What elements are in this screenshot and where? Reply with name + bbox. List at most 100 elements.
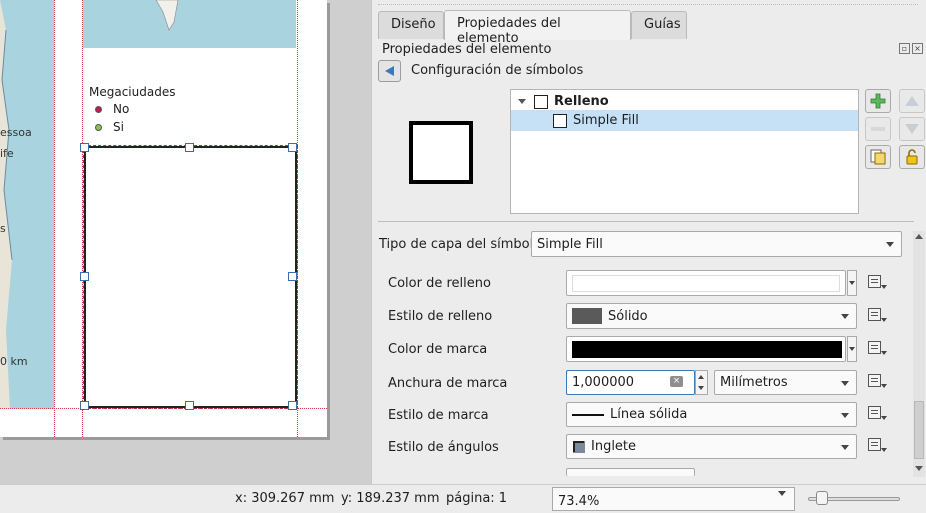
- tree-label-simple-fill: Simple Fill: [573, 113, 639, 128]
- fill-style-label: Estilo de relleno: [388, 309, 493, 324]
- step-down-icon[interactable]: [698, 386, 704, 390]
- layout-canvas[interactable]: essoa ife s 0 km Megaciudades No Si: [0, 0, 371, 484]
- map-label-ife: ife: [0, 147, 14, 160]
- lock-icon: [906, 149, 918, 165]
- symbol-layer-type-select[interactable]: Simple Fill: [531, 231, 902, 257]
- scrollbar-thumb[interactable]: [914, 401, 924, 459]
- data-defined-override-fill-style[interactable]: [865, 305, 889, 327]
- back-button[interactable]: [378, 60, 401, 82]
- resize-handle-se[interactable]: [288, 401, 297, 410]
- map-item-top[interactable]: [83, 0, 296, 48]
- symbol-layer-tree[interactable]: Relleno Simple Fill: [510, 89, 859, 214]
- arrow-down-icon: [905, 124, 919, 134]
- fill-style-swatch: [572, 308, 602, 324]
- fill-color-button[interactable]: [566, 270, 846, 296]
- resize-handle-n[interactable]: [185, 143, 194, 152]
- tab-layout[interactable]: Diseño: [378, 11, 444, 39]
- stroke-width-stepper[interactable]: [695, 370, 708, 395]
- stroke-color-menu-button[interactable]: [847, 336, 857, 362]
- guide-line-v2: [82, 0, 83, 437]
- tab-guides[interactable]: Guías: [631, 11, 687, 39]
- breadcrumb: Configuración de símbolos: [411, 63, 584, 78]
- resize-handle-nw[interactable]: [80, 143, 89, 152]
- legend-label-si: Si: [113, 120, 124, 134]
- zoom-select[interactable]: 73.4%: [552, 487, 795, 511]
- resize-handle-s[interactable]: [185, 401, 194, 410]
- chevron-down-icon: [841, 381, 849, 386]
- data-defined-override-stroke-width[interactable]: [865, 371, 889, 393]
- tree-row-simple-fill[interactable]: Simple Fill: [511, 110, 858, 131]
- legend-symbol-no: [95, 105, 102, 113]
- join-style-label: Estilo de ángulos: [388, 440, 499, 455]
- guide-line-v1: [54, 0, 55, 437]
- stroke-width-spinbox[interactable]: 1,000000 ×: [566, 370, 695, 395]
- symbol-preview: [409, 121, 473, 184]
- symbol-layer-type-label: Tipo de capa del símbolo: [379, 237, 542, 252]
- data-defined-override-fill-color[interactable]: [865, 272, 889, 294]
- scale-bar-label: 0 km: [0, 355, 28, 368]
- fill-color-menu-button[interactable]: [847, 270, 857, 296]
- chevron-down-icon: [778, 491, 786, 496]
- resize-handle-w[interactable]: [80, 272, 89, 281]
- zoom-slider-handle[interactable]: [816, 491, 828, 505]
- data-defined-icon: [868, 308, 881, 321]
- chevron-down-icon: [841, 445, 849, 450]
- scroll-down-icon[interactable]: [915, 466, 923, 471]
- remove-layer-button[interactable]: [865, 117, 891, 141]
- guide-line-v3: [297, 0, 298, 437]
- expand-icon[interactable]: [518, 99, 526, 104]
- tree-label-fill: Relleno: [554, 94, 609, 109]
- data-defined-override-stroke-style[interactable]: [865, 403, 889, 425]
- legend-symbol-si: [95, 123, 102, 131]
- guide-line-h1: [0, 408, 327, 409]
- resize-handle-e[interactable]: [288, 272, 297, 281]
- stroke-style-select[interactable]: Línea sólida: [566, 402, 857, 427]
- stroke-color-button[interactable]: [566, 336, 846, 362]
- add-layer-button[interactable]: [865, 89, 891, 113]
- lock-layer-button[interactable]: [899, 145, 925, 169]
- data-defined-override-stroke-color[interactable]: [865, 338, 889, 360]
- legend-title: Megaciudades: [89, 85, 176, 99]
- cursor-x-readout: x: 309.267 mm: [235, 491, 335, 506]
- duplicate-layer-button[interactable]: [865, 145, 891, 169]
- data-defined-icon: [868, 438, 881, 451]
- fill-style-select[interactable]: Sólido: [566, 303, 857, 329]
- legend-entry-no: No: [95, 102, 129, 116]
- arrow-up-icon: [905, 96, 919, 106]
- fill-symbol-icon: [534, 94, 548, 109]
- duplicate-icon: [870, 149, 886, 165]
- panel-title: Propiedades del elemento: [382, 42, 552, 57]
- tab-item-properties[interactable]: Propiedades del elemento: [444, 10, 631, 46]
- clear-icon[interactable]: ×: [670, 376, 683, 387]
- legend-label-no: No: [113, 102, 130, 116]
- scroll-up-icon[interactable]: [915, 234, 923, 239]
- next-field-partial[interactable]: [566, 468, 695, 476]
- close-panel-icon[interactable]: ×: [912, 43, 923, 54]
- item-properties-panel: Diseño Propiedades del elemento Guías Pr…: [371, 0, 926, 484]
- simple-fill-icon: [553, 113, 567, 128]
- data-defined-override-join-style[interactable]: [865, 435, 889, 457]
- status-bar: x: 309.267 mm y: 189.237 mm página: 1 73…: [0, 484, 926, 513]
- properties-scrollbar[interactable]: [913, 231, 925, 477]
- fill-color-label: Color de relleno: [388, 276, 491, 291]
- page-readout: página: 1: [446, 491, 508, 506]
- resize-handle-sw[interactable]: [80, 401, 89, 410]
- plus-icon: [870, 93, 886, 109]
- data-defined-icon: [868, 374, 881, 387]
- move-up-button[interactable]: [899, 89, 925, 113]
- move-down-button[interactable]: [899, 117, 925, 141]
- float-panel-icon[interactable]: ▫: [899, 43, 910, 54]
- minus-icon: [871, 127, 885, 131]
- map-item-left[interactable]: [0, 0, 54, 409]
- splitter[interactable]: [378, 221, 914, 222]
- join-style-select[interactable]: Inglete: [566, 434, 857, 459]
- stroke-width-unit-select[interactable]: Milímetros: [714, 370, 857, 395]
- legend-entry-si: Si: [95, 120, 124, 134]
- selected-rectangle-item[interactable]: [83, 145, 298, 409]
- cursor-y-readout: y: 189.237 mm: [341, 491, 440, 506]
- stroke-style-label: Estilo de marca: [388, 408, 489, 423]
- resize-handle-ne[interactable]: [288, 143, 297, 152]
- step-up-icon[interactable]: [698, 375, 704, 379]
- chevron-down-icon: [886, 242, 894, 247]
- tree-row-fill[interactable]: Relleno: [511, 91, 858, 112]
